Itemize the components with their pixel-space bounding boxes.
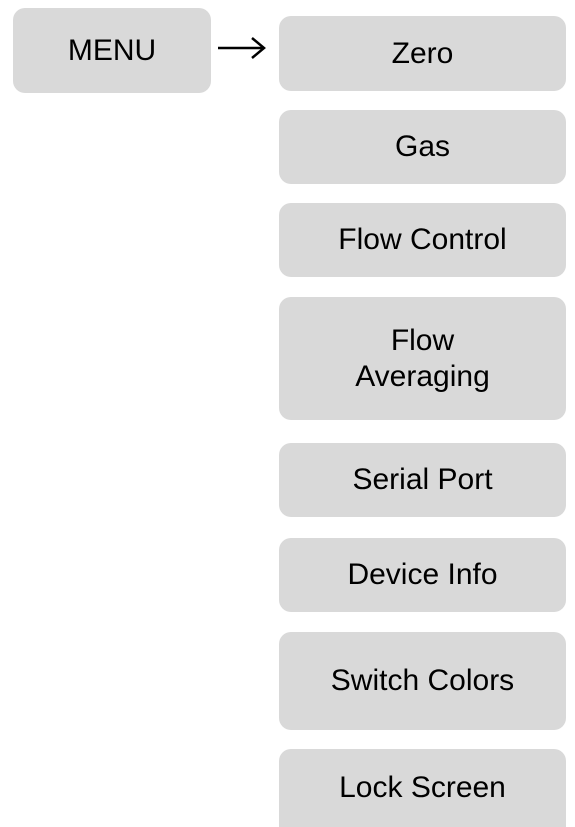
option-label: Serial Port bbox=[352, 463, 493, 496]
menu-button[interactable]: MENU bbox=[13, 8, 211, 93]
menu-label: MENU bbox=[67, 33, 157, 67]
menu-option-serial-port[interactable]: Serial Port bbox=[279, 443, 566, 517]
option-label: Switch Colors bbox=[330, 664, 515, 697]
option-label: Lock Screen bbox=[339, 771, 506, 804]
menu-option-device-info[interactable]: Device Info bbox=[279, 538, 566, 612]
menu-option-switch-colors[interactable]: Switch Colors bbox=[279, 632, 566, 730]
option-label: Flow Control bbox=[338, 223, 507, 256]
option-label: Gas bbox=[394, 130, 451, 163]
right-arrow-icon bbox=[214, 28, 274, 68]
option-label: Device Info bbox=[347, 558, 498, 591]
menu-option-lock-screen[interactable]: Lock Screen bbox=[279, 749, 566, 827]
menu-option-gas[interactable]: Gas bbox=[279, 110, 566, 184]
menu-option-flow-averaging[interactable]: Flow Averaging bbox=[279, 297, 566, 420]
menu-option-flow-control[interactable]: Flow Control bbox=[279, 203, 566, 277]
menu-option-zero[interactable]: Zero bbox=[279, 16, 566, 91]
option-label: Zero bbox=[391, 36, 454, 70]
option-label: Flow Averaging bbox=[355, 323, 490, 393]
